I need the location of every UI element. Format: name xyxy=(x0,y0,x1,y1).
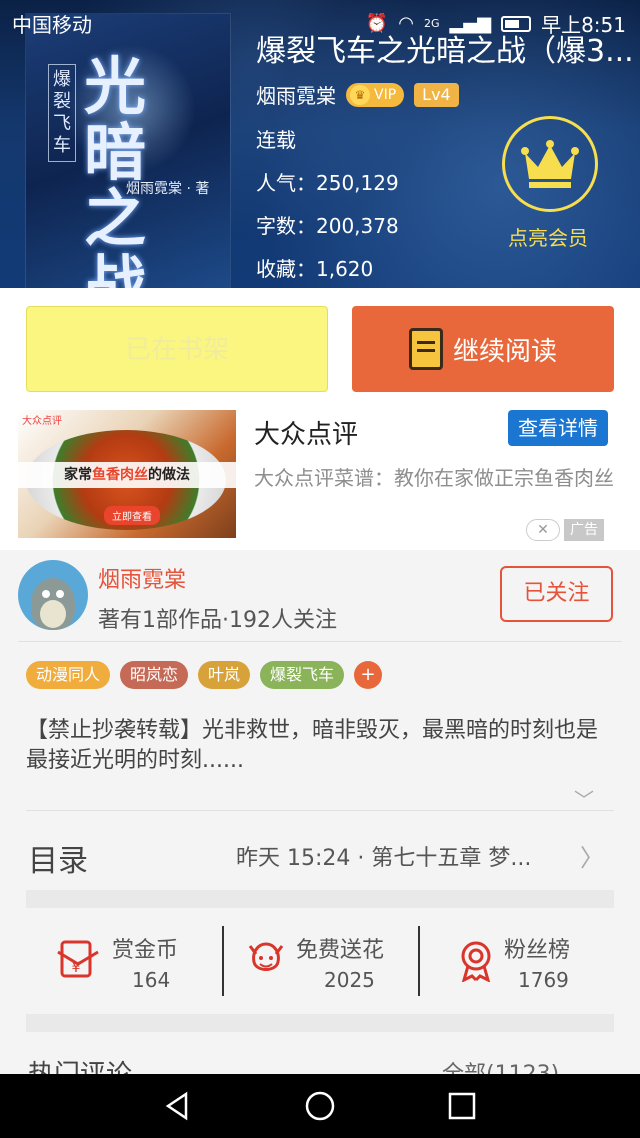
divider xyxy=(18,641,622,642)
add-tag-button[interactable]: + xyxy=(354,661,383,689)
author-row: 烟雨霓棠 ♛ VIP Lv4 xyxy=(256,80,459,109)
back-icon[interactable] xyxy=(162,1090,194,1122)
fan-rank-button[interactable]: 粉丝榜 1769 xyxy=(418,910,614,1014)
book-description[interactable]: 【禁止抄袭转载】光非救世，暗非毁灭，最黑暗的时刻也是最接近光明的时刻...... xyxy=(26,716,614,776)
avatar-eye xyxy=(42,590,50,598)
member-label[interactable]: 点亮会员 xyxy=(508,222,588,251)
avatar[interactable] xyxy=(18,560,88,630)
follow-button[interactable]: 已关注 xyxy=(500,566,613,622)
stat-label: 免费送花 xyxy=(296,938,385,963)
vip-badge: ♛ VIP xyxy=(346,82,405,107)
fan-rank-icon xyxy=(461,941,491,982)
stat-label: 粉丝榜 xyxy=(504,938,571,963)
serial-status: 连载 xyxy=(256,128,296,152)
ad-brand-logo: 大众点评 xyxy=(22,416,62,427)
section-gap xyxy=(26,890,614,908)
status-bar: 中国移动 ⏰ ◠ 2G ▂▄▆ 早上8:51 xyxy=(0,0,640,42)
ad-image[interactable]: 大众点评 家常鱼香肉丝的做法 立即查看 xyxy=(18,410,236,538)
chevron-right-icon: 〉 xyxy=(580,844,604,872)
cover-side-title: 爆裂飞车 xyxy=(48,64,76,162)
stat-value: 164 xyxy=(132,968,171,992)
book-cover[interactable]: 爆裂飞车 光暗之战 烟雨霓棠 · 著 xyxy=(26,14,230,288)
tag-item[interactable]: 爆裂飞车 xyxy=(260,661,345,689)
reward-coin-button[interactable]: ¥ 赏金币 164 xyxy=(26,910,222,1014)
crown-icon xyxy=(521,140,579,188)
cover-author: 烟雨霓棠 · 著 xyxy=(126,181,210,197)
author-name[interactable]: 烟雨霓棠 xyxy=(98,562,186,594)
ad-banner-highlight: 鱼香肉丝 xyxy=(92,467,148,483)
popularity: 人气：250,129 xyxy=(256,171,399,195)
close-icon[interactable]: ✕ xyxy=(526,519,560,541)
ad-label: 广告 xyxy=(564,519,604,541)
in-bookshelf-button[interactable]: 已在书架 xyxy=(26,306,328,392)
table-of-contents-row[interactable]: 目录 昨天 15:24 · 第七十五章 梦... 〉 xyxy=(0,812,640,892)
tag-item[interactable]: 动漫同人 xyxy=(26,661,111,689)
tag-item[interactable]: 叶岚 xyxy=(198,661,251,689)
continue-reading-label: 继续阅读 xyxy=(452,336,557,367)
book-header: 中国移动 ⏰ ◠ 2G ▂▄▆ 早上8:51 爆裂飞车 光暗之战 烟雨霓棠 · … xyxy=(0,0,640,288)
recents-icon[interactable] xyxy=(446,1090,478,1122)
cover-title: 光暗之战 xyxy=(84,50,147,289)
toc-title: 目录 xyxy=(28,844,88,879)
author-info: 著有1部作品·192人关注 xyxy=(98,608,337,633)
carrier-label: 中国移动 xyxy=(12,13,92,37)
flower-icon xyxy=(248,942,284,971)
favorites: 收藏：1,620 xyxy=(256,257,374,281)
reward-coin-icon: ¥ xyxy=(57,940,99,978)
ad-detail-button[interactable]: 查看详情 xyxy=(508,410,608,446)
svg-text:¥: ¥ xyxy=(72,960,81,976)
alarm-icon: ⏰ xyxy=(365,13,389,34)
avatar-belly xyxy=(40,600,66,628)
stat-value: 1769 xyxy=(518,968,569,992)
tag-item[interactable]: 昭岚恋 xyxy=(120,661,189,689)
latest-chapter: 昨天 15:24 · 第七十五章 梦... xyxy=(236,846,532,871)
ad-banner-prefix: 家常 xyxy=(64,467,92,483)
header-author-name[interactable]: 烟雨霓棠 xyxy=(256,80,336,109)
action-bar: 已在书架 继续阅读 xyxy=(0,288,640,410)
signal-icon: ▂▄▆ xyxy=(449,13,492,34)
ad-name: 大众点评 xyxy=(254,420,359,450)
ad-image-cta[interactable]: 立即查看 xyxy=(104,506,160,525)
ad-card[interactable]: 大众点评 家常鱼香肉丝的做法 立即查看 大众点评 查看详情 大众点评菜谱：教你在… xyxy=(0,410,640,550)
section-gap xyxy=(26,1014,614,1032)
wifi-icon: ◠ xyxy=(398,13,415,34)
ad-banner: 家常鱼香肉丝的做法 xyxy=(18,462,236,488)
tag-list: 动漫同人 昭岚恋 叶岚 爆裂飞车 + xyxy=(26,661,383,689)
ad-tag: ✕ 广告 xyxy=(526,518,640,542)
vip-crown-icon: ♛ xyxy=(350,84,370,105)
system-nav-bar xyxy=(0,1074,640,1138)
stats-row: ¥ 赏金币 164 免费送花 2025 粉丝榜 1769 xyxy=(26,910,614,1014)
battery-icon xyxy=(501,15,532,32)
clock: 早上8:51 xyxy=(541,13,626,37)
send-flower-button[interactable]: 免费送花 2025 xyxy=(222,910,418,1014)
member-button[interactable] xyxy=(502,116,598,212)
network-label: 2G xyxy=(424,17,440,30)
level-badge: Lv4 xyxy=(414,82,459,107)
stat-label: 赏金币 xyxy=(112,938,179,963)
vip-label: VIP xyxy=(374,86,397,103)
home-icon[interactable] xyxy=(304,1090,336,1122)
avatar-eye xyxy=(56,590,64,598)
ad-description: 大众点评菜谱：教你在家做正宗鱼香肉丝 xyxy=(254,466,614,490)
stat-value: 2025 xyxy=(324,968,375,992)
continue-reading-button[interactable]: 继续阅读 xyxy=(352,306,614,392)
ad-banner-suffix: 的做法 xyxy=(148,467,190,483)
divider xyxy=(26,810,614,811)
book-detail: 烟雨霓棠 著有1部作品·192人关注 已关注 动漫同人 昭岚恋 叶岚 爆裂飞车 … xyxy=(0,550,640,1090)
word-count: 字数：200,378 xyxy=(256,214,399,238)
book-icon xyxy=(408,328,443,370)
chevron-down-icon[interactable]: ﹀ xyxy=(574,784,594,813)
